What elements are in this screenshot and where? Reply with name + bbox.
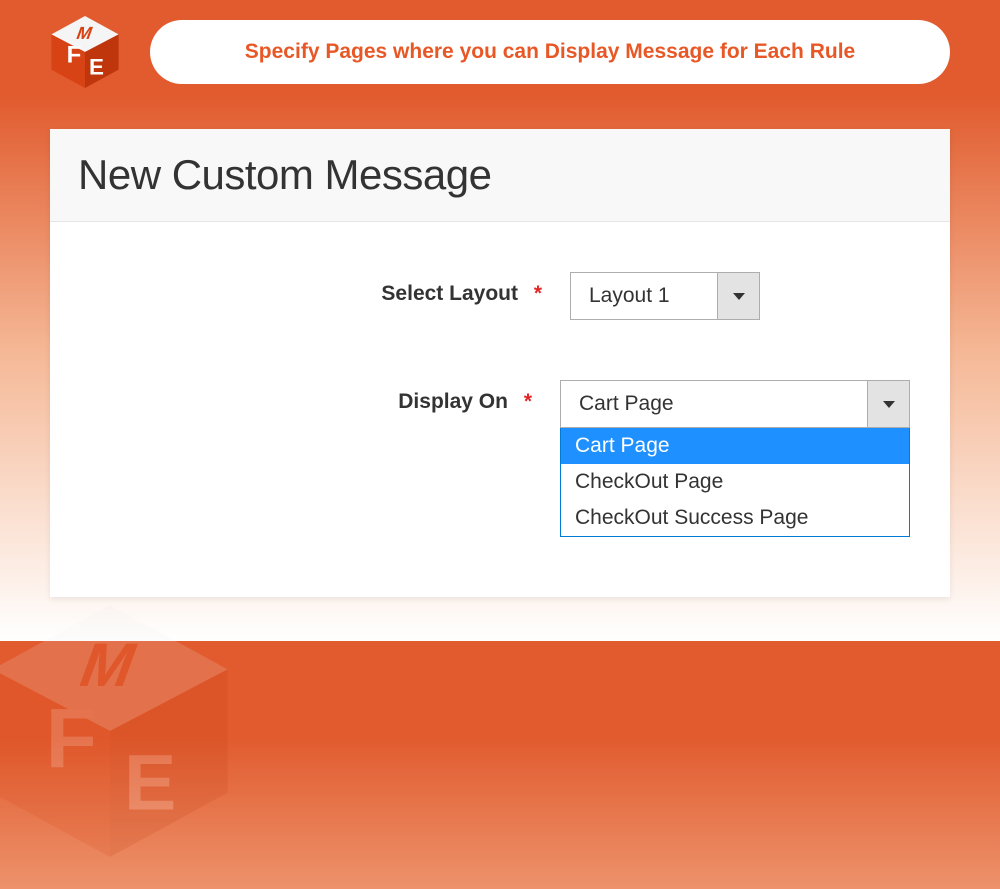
svg-text:E: E: [124, 738, 176, 826]
label-display-on: Display On *: [90, 380, 560, 414]
form-row-display-on: Display On * Cart Page Cart Page CheckOu…: [90, 380, 910, 537]
svg-text:F: F: [67, 41, 82, 68]
required-asterisk: *: [534, 282, 542, 305]
panel-body: Select Layout * Layout 1 Display On *: [50, 222, 950, 597]
control-select-layout: Layout 1: [570, 272, 910, 320]
panel-header: New Custom Message: [50, 129, 950, 222]
label-text-display-on: Display On: [398, 390, 508, 413]
svg-text:M: M: [70, 631, 146, 700]
panel: New Custom Message Select Layout * Layou…: [50, 129, 950, 597]
header: F E M Specify Pages where you can Displa…: [0, 0, 1000, 104]
display-on-option[interactable]: CheckOut Page: [561, 464, 909, 500]
display-on-button[interactable]: [867, 381, 909, 427]
display-on-value: Cart Page: [561, 381, 867, 427]
page-title: New Custom Message: [78, 151, 922, 199]
fme-logo-cube: F E M: [45, 12, 125, 92]
label-select-layout: Select Layout *: [90, 272, 570, 306]
logo-wrap: F E M: [40, 12, 130, 92]
svg-text:F: F: [46, 691, 97, 785]
display-on-option[interactable]: CheckOut Success Page: [561, 500, 909, 536]
chevron-down-icon: [733, 293, 745, 300]
required-asterisk: *: [524, 390, 532, 413]
chevron-down-icon: [883, 401, 895, 408]
form-row-select-layout: Select Layout * Layout 1: [90, 272, 910, 320]
background-watermark: F E M: [0, 591, 50, 671]
select-layout-button[interactable]: [717, 273, 759, 319]
banner-title: Specify Pages where you can Display Mess…: [150, 20, 950, 84]
fme-logo-cube-watermark: F E M: [0, 591, 250, 871]
display-on-option[interactable]: Cart Page: [561, 428, 909, 464]
svg-text:E: E: [89, 54, 104, 79]
control-display-on: Cart Page Cart Page CheckOut Page CheckO…: [560, 380, 910, 537]
select-layout-dropdown[interactable]: Layout 1: [570, 272, 760, 320]
label-text-select-layout: Select Layout: [381, 282, 518, 305]
display-on-options-list: Cart Page CheckOut Page CheckOut Success…: [560, 428, 910, 537]
select-layout-value: Layout 1: [571, 273, 717, 319]
display-on-dropdown[interactable]: Cart Page: [560, 380, 910, 428]
